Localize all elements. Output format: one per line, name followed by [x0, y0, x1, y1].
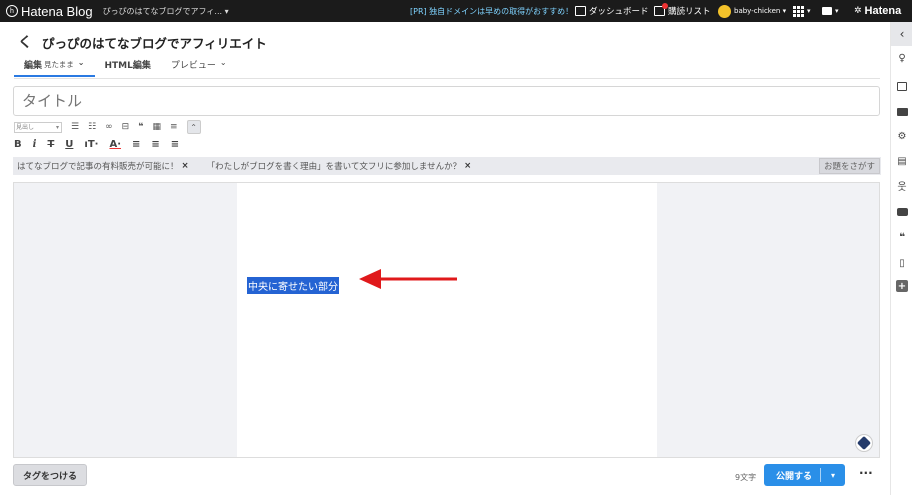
hatena-logo-icon: h: [6, 5, 18, 17]
editor-content[interactable]: 中央に寄せたい部分: [237, 183, 657, 457]
align-center-icon[interactable]: ≡: [151, 139, 159, 150]
selected-text[interactable]: 中央に寄せたい部分: [247, 277, 339, 294]
chevron-down-icon: ⌄: [77, 58, 85, 67]
tab-preview[interactable]: プレビュー ⌄: [161, 58, 237, 76]
divider: [14, 78, 880, 79]
chevron-down-icon: ⌄: [219, 58, 227, 67]
font-size-icon[interactable]: ıT·: [84, 139, 98, 150]
youtube-icon[interactable]: [896, 206, 908, 218]
close-icon[interactable]: ×: [182, 161, 189, 171]
hatena-link[interactable]: ✲ Hatena: [854, 0, 901, 22]
read-more-icon[interactable]: ≡: [170, 122, 178, 132]
editor-mode-tabs: 編集 見たまま ⌄ HTML編集 プレビュー ⌄: [14, 58, 237, 77]
notification-dot: [662, 3, 668, 9]
character-count: 9文字: [735, 473, 757, 482]
chevron-down-icon[interactable]: ▾: [821, 471, 845, 480]
chevron-down-icon: ▾: [807, 7, 811, 15]
chevron-up-icon: ⌃: [190, 122, 197, 132]
dashboard-link[interactable]: ダッシュボード: [575, 0, 649, 22]
dashboard-icon: [575, 6, 586, 16]
heading-select[interactable]: 見出し ▾: [14, 121, 62, 133]
more-options-icon[interactable]: ···: [859, 466, 873, 480]
hatena-blog-logo[interactable]: h Hatena Blog: [0, 4, 93, 19]
text-color-icon[interactable]: A·: [109, 139, 121, 150]
close-icon[interactable]: ×: [464, 161, 471, 171]
tab-wysiwyg[interactable]: 編集 見たまま ⌄: [14, 58, 95, 77]
reading-list-link[interactable]: 購読リスト: [654, 0, 711, 22]
strikethrough-icon[interactable]: T: [47, 139, 54, 150]
italic-icon[interactable]: i: [33, 139, 37, 150]
bulleted-list-icon[interactable]: ☰: [71, 122, 79, 132]
align-left-icon[interactable]: ≡: [132, 139, 140, 150]
formatting-toolbar-row1: 見出し ▾ ☰ ☷ ∞ ⊟ ❝ ▦ ≡ ⌃: [14, 120, 201, 134]
chevron-down-icon: ▾: [55, 123, 59, 131]
link-icon[interactable]: ∞: [105, 122, 113, 132]
numbered-list-icon[interactable]: ☷: [88, 122, 96, 132]
table-icon[interactable]: ▦: [153, 122, 162, 132]
apps-menu[interactable]: ▾: [793, 0, 811, 22]
pr-banner-link[interactable]: [PR] 独自ドメインは早めの取得がおすすめ！: [410, 6, 573, 17]
chevron-down-icon: ▾: [835, 7, 839, 15]
add-tags-button[interactable]: タグをつける: [13, 464, 87, 486]
align-right-icon[interactable]: ≡: [171, 139, 179, 150]
chat-icon: [822, 7, 832, 15]
user-menu[interactable]: baby-chicken ▾: [718, 0, 786, 22]
messages-menu[interactable]: ▾: [822, 0, 839, 22]
page-title: ぴっぴのはてなブログでアフィリエイト: [42, 35, 267, 51]
quote-icon[interactable]: ❝: [896, 231, 908, 243]
help-badge[interactable]: [855, 434, 873, 452]
quote-icon[interactable]: ❝: [138, 122, 143, 132]
publish-button[interactable]: 公開する ▾: [764, 464, 845, 486]
notice-bunfuri[interactable]: 「わたしがブログを書く理由」を書いて文フリに参加しませんか？: [207, 160, 462, 172]
editor-footer: タグをつける 9文字 公開する ▾ ···: [0, 460, 912, 495]
collapse-toolbar-button[interactable]: ⌃: [186, 120, 201, 134]
notice-paid-articles[interactable]: はてなブログで記事の有料販売が可能に！: [17, 160, 179, 172]
formatting-toolbar-row2: B i T U ıT· A· ≡ ≡ ≡: [14, 137, 179, 151]
chevron-left-icon: ‹: [899, 27, 905, 41]
red-arrow-annotation: [359, 269, 457, 289]
clipboard-icon[interactable]: ▯: [896, 257, 908, 269]
hatena-star-icon: ✲: [854, 6, 862, 16]
horizontal-rule-icon[interactable]: ⊟: [122, 122, 130, 132]
photo-upload-icon[interactable]: [896, 80, 908, 92]
hatena-cube-icon: [856, 435, 872, 451]
gear-icon[interactable]: ⚙: [896, 130, 908, 142]
tab-html-edit[interactable]: HTML編集: [95, 58, 161, 76]
avatar: [718, 4, 731, 18]
notice-bar: はてなブログで記事の有料販売が可能に！ × 「わたしがブログを書く理由」を書いて…: [13, 157, 881, 175]
find-topic-button[interactable]: お題をさがす: [818, 158, 880, 174]
add-icon[interactable]: +: [896, 280, 908, 292]
underline-icon[interactable]: U: [65, 139, 73, 150]
right-sidebar: ‹ ♀ ⚙ ▤ 웃 ❝ ▯ +: [890, 22, 912, 495]
folder-icon[interactable]: [896, 106, 908, 118]
page-header: く ぴっぴのはてなブログでアフィリエイト: [18, 32, 267, 52]
people-icon[interactable]: 웃: [896, 179, 908, 193]
top-navigation-bar: h Hatena Blog ぴっぴのはてなブログでアフィ... ▾ [PR] 独…: [0, 0, 912, 22]
lightbulb-icon[interactable]: ♀: [896, 52, 908, 64]
grid-icon: [793, 5, 804, 17]
collapse-sidebar-button[interactable]: ‹: [891, 22, 912, 46]
document-icon[interactable]: ▤: [896, 155, 908, 167]
title-input[interactable]: [13, 86, 880, 116]
blog-selector[interactable]: ぴっぴのはてなブログでアフィ... ▾: [103, 6, 229, 17]
bold-icon[interactable]: B: [14, 139, 22, 150]
reading-list-icon: [654, 3, 668, 16]
back-icon[interactable]: く: [18, 32, 32, 52]
editor-area[interactable]: 中央に寄せたい部分: [13, 182, 880, 458]
